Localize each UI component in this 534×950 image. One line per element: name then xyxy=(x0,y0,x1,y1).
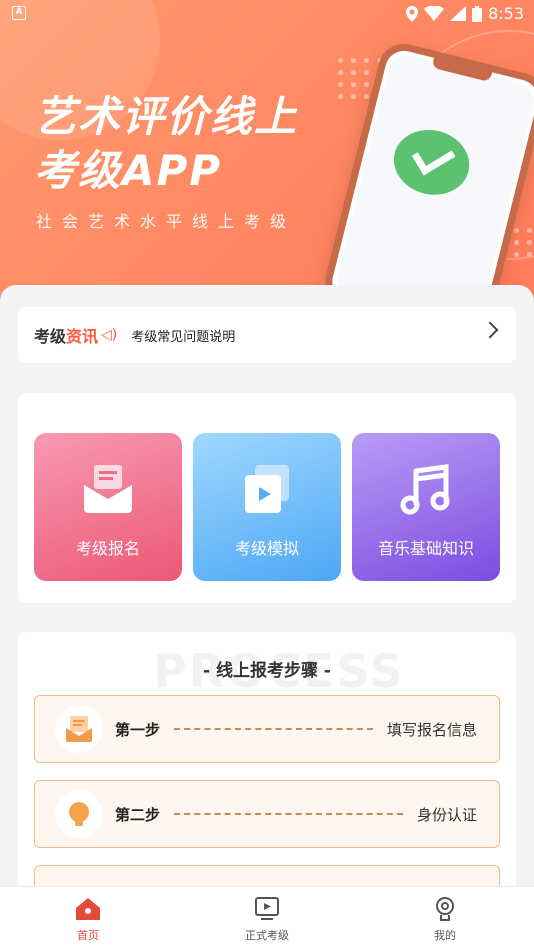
card-exam-registration[interactable]: 考级报名 xyxy=(34,433,182,581)
video-play-icon xyxy=(245,465,289,513)
notification-a-icon: A xyxy=(12,6,26,20)
news-text: 考级常见问题说明 xyxy=(131,329,236,345)
card-music-basics[interactable]: 音乐基础知识 xyxy=(352,433,500,581)
hero-title: 艺术评价线上 考级APP xyxy=(34,90,298,198)
wifi-icon xyxy=(424,6,445,21)
bottom-nav: 首页 正式考级 我的 xyxy=(0,886,534,950)
nav-tab-formal-exam[interactable]: 正式考级 xyxy=(217,895,317,943)
card-label: 考级报名 xyxy=(75,539,140,558)
status-bar: A 8:53 xyxy=(0,0,534,28)
step-desc: 身份认证 xyxy=(416,805,477,824)
card-exam-simulation[interactable]: 考级模拟 xyxy=(193,433,341,581)
form-icon xyxy=(66,716,92,742)
card-label: 音乐基础知识 xyxy=(377,539,474,558)
card-label: 考级模拟 xyxy=(234,539,299,558)
location-icon xyxy=(406,5,419,22)
nav-tab-home[interactable]: 首页 xyxy=(38,895,138,943)
hero-title-line2: 考级APP xyxy=(34,146,223,195)
step-item-1[interactable]: 第一步 填写报名信息 xyxy=(34,695,500,763)
battery-icon xyxy=(472,5,483,22)
nav-tab-profile[interactable]: 我的 xyxy=(395,895,495,943)
music-note-icon xyxy=(400,464,450,515)
step-dash-divider xyxy=(174,728,373,730)
exam-play-icon xyxy=(255,897,279,920)
news-tag-highlight: 资讯 xyxy=(66,327,99,346)
hero-banner: A 8:53 艺术评价线上 考级APP 社会艺术水平线上考级 xyxy=(0,0,534,330)
process-title: - 线上报考步骤 - xyxy=(203,661,331,681)
hero-subtitle: 社会艺术水平线上考级 xyxy=(36,212,297,231)
feature-cards: 考级报名 考级模拟 音乐基础知识 xyxy=(18,393,516,603)
hero-title-line1: 艺术评价线上 xyxy=(34,92,299,141)
home-icon xyxy=(76,898,100,920)
id-bulb-icon xyxy=(69,802,89,826)
step-desc: 填写报名信息 xyxy=(386,720,477,739)
news-bar[interactable]: 考级 资讯 ◁) 考级常见问题说明 xyxy=(18,307,516,363)
nav-label: 正式考级 xyxy=(245,929,289,942)
chevron-right-icon xyxy=(481,321,499,339)
profile-bulb-icon xyxy=(436,897,454,921)
nav-label: 首页 xyxy=(77,929,99,942)
signal-icon xyxy=(450,6,467,21)
step-name: 第一步 xyxy=(115,720,161,739)
nav-label: 我的 xyxy=(434,929,456,942)
main-content: 考级 资讯 ◁) 考级常见问题说明 考级报名 考级模拟 音乐基础知识 PROCE… xyxy=(0,285,534,890)
news-tag: 考级 xyxy=(34,327,67,346)
process-section: PROCESS - 线上报考步骤 - 第一步 填写报名信息 第二步 身份认证 xyxy=(18,632,516,890)
step-dash-divider xyxy=(174,813,403,815)
step-name: 第二步 xyxy=(115,805,161,824)
mail-icon xyxy=(84,465,132,513)
speaker-icon: ◁) xyxy=(101,327,118,343)
status-time: 8:53 xyxy=(488,4,524,23)
step-item-2[interactable]: 第二步 身份认证 xyxy=(34,780,500,848)
